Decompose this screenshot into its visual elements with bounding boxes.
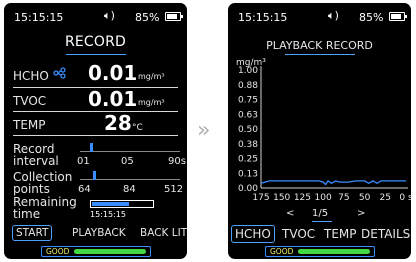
- tvoc-unit: mg/m³: [138, 98, 165, 107]
- status-time: 15:15:15: [14, 11, 64, 24]
- page-title: PLAYBACK RECORD: [266, 39, 373, 52]
- prev-page-button[interactable]: <: [286, 208, 294, 219]
- start-button[interactable]: START: [12, 225, 53, 241]
- playback-screen: 15:15:15 🔈︎) 85% PLAYBACK RECORD mg/m³ 1…: [228, 3, 411, 259]
- y-tick-label: 0.25: [238, 155, 258, 165]
- divider: [13, 135, 178, 136]
- x-tick-label: 150: [273, 193, 290, 203]
- air-quality-indicator: GOOD: [41, 246, 151, 257]
- battery-percent: 85%: [359, 11, 384, 24]
- remaining-time-value: 15:15:15: [90, 210, 126, 219]
- collection-points-current: 84: [123, 184, 136, 195]
- record-screen: 15:15:15 🔈︎) 85% RECORD HCHO 0.01 mg/m³ …: [4, 3, 187, 259]
- air-quality-bar: [298, 249, 370, 254]
- temp-label: TEMP: [13, 118, 46, 132]
- page-underline: [312, 221, 332, 222]
- collection-points-min: 64: [78, 184, 91, 195]
- hcho-value: 0.01: [88, 61, 138, 85]
- y-tick-label: 0.63: [238, 110, 258, 120]
- record-interval-track[interactable]: [80, 151, 180, 152]
- page-indicator: 1/5: [312, 208, 329, 219]
- hcho-series-line: [260, 179, 406, 186]
- x-tick-label: 50: [359, 193, 371, 203]
- tvoc-label: TVOC: [13, 94, 47, 108]
- y-tick-label: 0.38: [238, 140, 258, 150]
- battery-icon: [165, 12, 183, 21]
- divider: [13, 111, 178, 112]
- tab-hcho[interactable]: HCHO: [231, 225, 275, 243]
- status-time: 15:15:15: [238, 11, 288, 24]
- y-tick-label: 0.13: [238, 169, 258, 179]
- tab-tvoc[interactable]: TVOC: [282, 227, 315, 241]
- transition-arrow-icon: »: [197, 118, 211, 143]
- temp-unit: °C: [132, 123, 143, 133]
- collection-points-marker[interactable]: [93, 171, 96, 180]
- next-page-button[interactable]: >: [357, 208, 365, 219]
- y-tick-label: 0.75: [238, 96, 258, 106]
- record-interval-max: 90s: [168, 156, 186, 167]
- x-tick-label: 100: [315, 193, 332, 203]
- tab-details[interactable]: DETAILS: [361, 227, 410, 241]
- air-quality-label: GOOD: [46, 247, 70, 256]
- air-quality-label: GOOD: [270, 247, 294, 256]
- title-underline: [285, 54, 355, 55]
- speaker-icon: 🔈︎): [328, 9, 339, 22]
- collection-points-max: 512: [164, 184, 184, 195]
- collection-points-label: points: [13, 182, 50, 196]
- playback-chart: 1.000.880.750.630.500.380.250.130.00175 1…: [238, 66, 411, 203]
- page-title: RECORD: [64, 34, 127, 50]
- x-tick-label: 175: [252, 193, 269, 203]
- record-interval-current: 05: [121, 156, 134, 167]
- playback-button[interactable]: PLAYBACK: [72, 227, 126, 239]
- speaker-icon: 🔈︎): [104, 9, 115, 22]
- hcho-unit: mg/m³: [138, 72, 165, 81]
- air-quality-indicator: GOOD: [265, 246, 375, 257]
- x-tick-label: 75: [338, 193, 349, 203]
- record-interval-min: 01: [77, 156, 90, 167]
- x-tick-label: 0 s: [399, 193, 411, 203]
- air-quality-bar: [74, 249, 146, 254]
- title-underline: [66, 54, 126, 55]
- hcho-label: HCHO: [13, 69, 49, 83]
- remaining-time-label: time: [13, 207, 41, 221]
- y-tick-label: 1.00: [238, 66, 258, 76]
- battery-icon: [389, 12, 407, 21]
- x-tick-label: 125: [294, 193, 311, 203]
- tvoc-value: 0.01: [88, 87, 138, 111]
- remaining-time-progress-fill: [92, 202, 129, 206]
- record-interval-marker[interactable]: [90, 143, 93, 152]
- tab-temp[interactable]: TEMP: [324, 227, 357, 241]
- x-tick-label: 25: [380, 193, 391, 203]
- record-interval-label: interval: [13, 154, 59, 168]
- battery-percent: 85%: [135, 11, 160, 24]
- backlit-button[interactable]: BACK LIT: [140, 227, 187, 239]
- molecule-icon: [53, 67, 67, 82]
- remaining-time-progress: [90, 200, 154, 208]
- temp-value: 28: [104, 111, 132, 135]
- y-tick-label: 0.88: [238, 81, 258, 91]
- y-tick-label: 0.50: [238, 125, 258, 135]
